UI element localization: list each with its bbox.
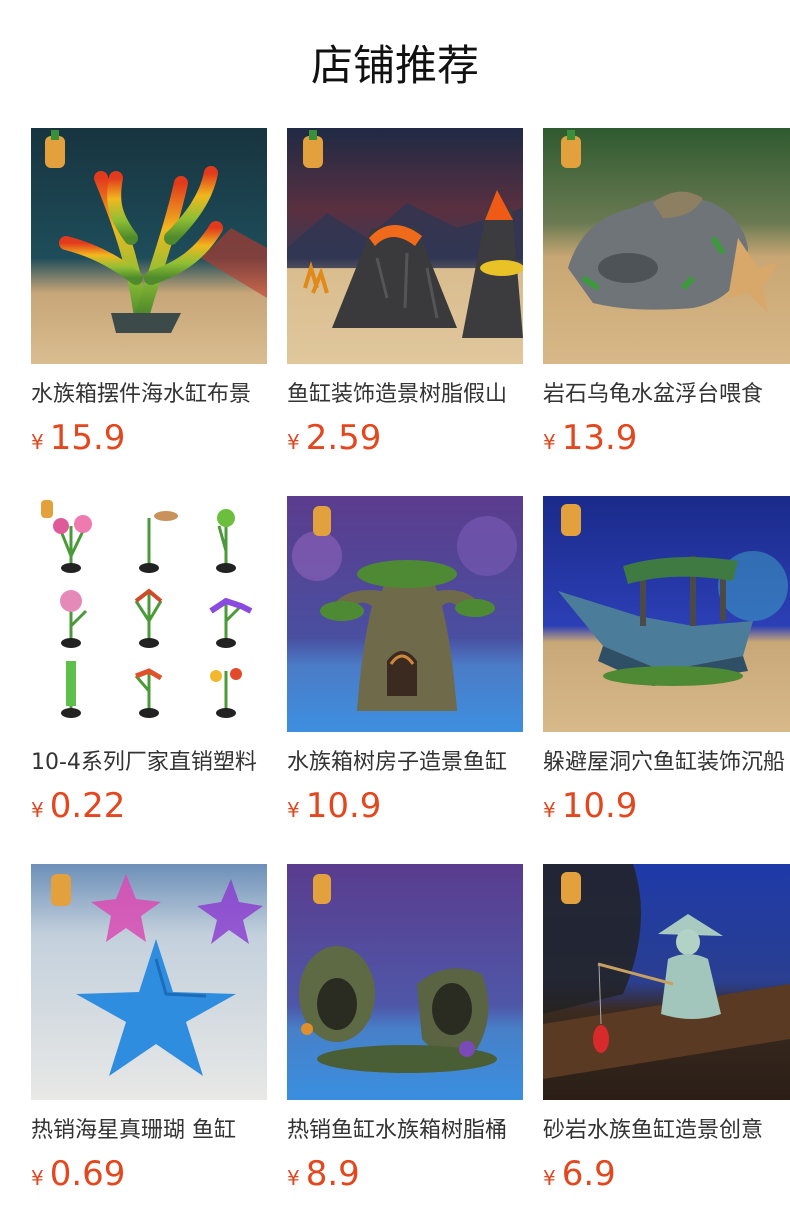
product-name[interactable]: 岩石乌龟水盆浮台喂食 (543, 378, 790, 412)
product-name[interactable]: 鱼缸装饰造景树脂假山 (287, 378, 523, 412)
product-name[interactable]: 10-4系列厂家直销塑料 (31, 746, 267, 780)
currency-symbol: ¥ (31, 430, 44, 454)
product-image-tree-house[interactable] (287, 496, 523, 732)
product-price: ¥13.9 (543, 416, 637, 460)
product-name[interactable]: 躲避屋洞穴鱼缸装饰沉船 (543, 746, 790, 780)
currency-symbol: ¥ (543, 798, 556, 822)
price-value: 15.9 (49, 418, 126, 458)
product-image-volcano[interactable] (287, 128, 523, 364)
product-name[interactable]: 砂岩水族鱼缸造景创意 (543, 1114, 790, 1148)
product-image-shipwreck[interactable] (543, 496, 790, 732)
product-image-plants-set[interactable] (31, 496, 267, 732)
product-name[interactable]: 热销海星真珊瑚 鱼缸 (31, 1114, 267, 1148)
currency-symbol: ¥ (287, 1166, 300, 1190)
price-value: 13.9 (561, 418, 638, 458)
currency-symbol: ¥ (543, 1166, 556, 1190)
product-image-fisherman[interactable] (543, 864, 790, 1100)
price-value: 0.22 (49, 786, 126, 826)
product-image-rock-turtle[interactable] (543, 128, 790, 364)
currency-symbol: ¥ (31, 798, 44, 822)
product-price: ¥8.9 (287, 1152, 360, 1196)
price-value: 10.9 (561, 786, 638, 826)
product-name[interactable]: 水族箱摆件海水缸布景 (31, 378, 267, 412)
currency-symbol: ¥ (287, 798, 300, 822)
price-value: 8.9 (305, 1154, 360, 1194)
product-image-barrels[interactable] (287, 864, 523, 1100)
product-grid: 水族箱摆件海水缸布景 ¥15.9 鱼缸装饰造景树脂假山 ¥ 2.59 岩石乌龟水… (0, 0, 790, 1232)
currency-symbol: ¥ (543, 430, 556, 454)
product-price: ¥10.9 (287, 784, 381, 828)
product-price: ¥15.9 (31, 416, 125, 460)
price-value: 2.59 (305, 418, 382, 458)
product-name[interactable]: 热销鱼缸水族箱树脂桶 (287, 1114, 523, 1148)
price-value: 6.9 (561, 1154, 616, 1194)
currency-symbol: ¥ (31, 1166, 44, 1190)
price-value: 0.69 (49, 1154, 126, 1194)
product-price: ¥2.59 (287, 416, 381, 460)
price-value: 10.9 (305, 786, 382, 826)
product-price: ¥0.22 (31, 784, 125, 828)
product-name[interactable]: 水族箱树房子造景鱼缸 (287, 746, 523, 780)
product-price: ¥10.9 (543, 784, 637, 828)
currency-symbol: ¥ (287, 430, 300, 454)
product-price: ¥0.69 (31, 1152, 125, 1196)
product-image-coral[interactable] (31, 128, 267, 364)
product-price: ¥6.9 (543, 1152, 616, 1196)
product-image-starfish[interactable] (31, 864, 267, 1100)
